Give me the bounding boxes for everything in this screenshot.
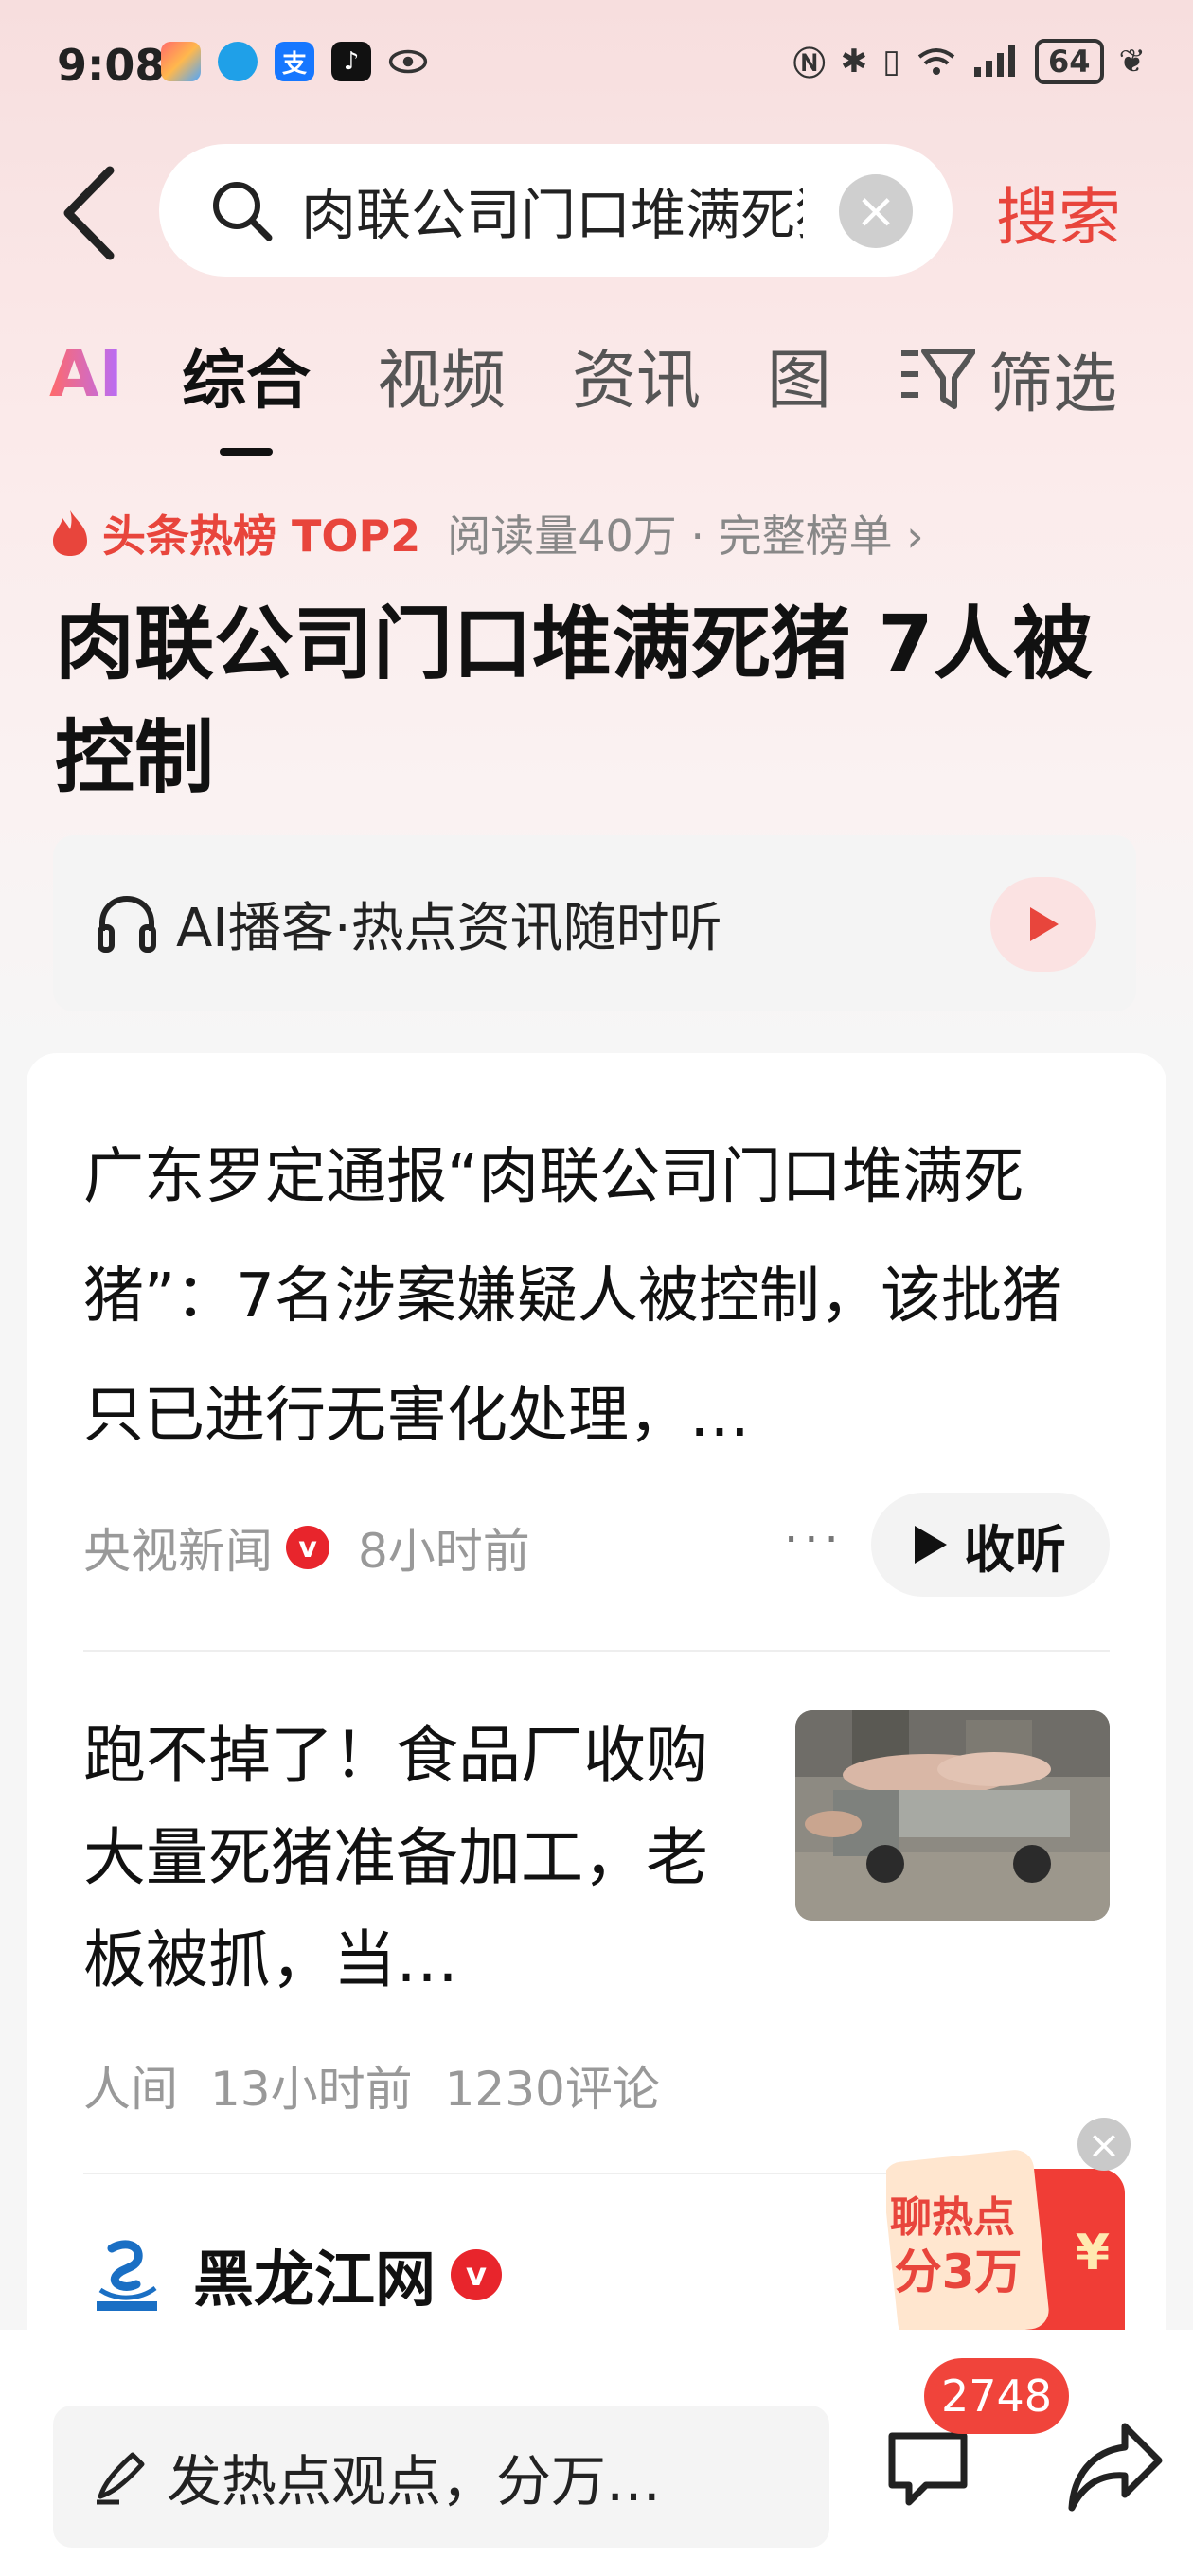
article-title[interactable]: 广东罗定通报“肉联公司门口堆满死猪”：7名涉案嫌疑人被控制，该批猪只已进行无害化… bbox=[83, 1118, 1115, 1476]
close-red-packet-button[interactable]: × bbox=[1077, 2118, 1131, 2171]
divider bbox=[83, 1650, 1110, 1652]
source-account-row[interactable]: 黑龙江网 v bbox=[83, 2231, 502, 2318]
comment-placeholder: 发热点观点，分万… bbox=[167, 2449, 662, 2513]
article-title[interactable]: 跑不掉了！食品厂收购大量死猪准备加工，老板被抓，当… bbox=[83, 1705, 746, 2012]
article-source[interactable]: 人间 bbox=[83, 2051, 178, 2120]
back-button[interactable] bbox=[55, 161, 121, 265]
search-tabs: AI 综合 视频 资讯 图 bbox=[49, 328, 898, 456]
wifi-icon bbox=[917, 47, 955, 75]
verified-icon: v bbox=[286, 1526, 329, 1569]
tab-video[interactable]: 视频 bbox=[377, 328, 506, 421]
status-time: 9:08 bbox=[57, 40, 166, 91]
search-button[interactable]: 搜索 bbox=[996, 167, 1121, 258]
article-thumbnail[interactable] bbox=[795, 1710, 1110, 1921]
hot-headline[interactable]: 肉联公司门口堆满死猪 7人被控制 bbox=[55, 587, 1153, 814]
nfc-icon: Ⓝ bbox=[792, 45, 826, 83]
red-packet-line1: 聊热点 bbox=[890, 2193, 1015, 2242]
search-icon bbox=[213, 182, 273, 242]
source-account-name: 黑龙江网 bbox=[193, 2245, 436, 2316]
filter-icon bbox=[901, 348, 975, 409]
red-packet-currency: ¥ bbox=[1076, 2225, 1110, 2281]
signal-icon bbox=[973, 45, 1015, 77]
article-source[interactable]: 央视新闻 bbox=[83, 1513, 273, 1582]
article-meta: 人间 13小时前 1230评论 bbox=[83, 2051, 660, 2120]
more-options-button[interactable]: ··· bbox=[784, 1513, 845, 1566]
status-app-icons: 支 ♪ bbox=[161, 42, 428, 81]
battery-indicator: 64 bbox=[1034, 38, 1104, 84]
status-right: Ⓝ ✱ ▯ 64 ❦ bbox=[793, 38, 1146, 84]
search-query[interactable]: 肉联公司门口堆满死猪 7人被控制 bbox=[301, 170, 803, 250]
filter-label: 筛选 bbox=[988, 348, 1118, 422]
vibrate-icon: ▯ bbox=[882, 42, 900, 80]
ai-podcast-bar[interactable]: AI播客·热点资讯随时听 bbox=[53, 835, 1136, 1011]
article-time: 8小时前 bbox=[358, 1524, 530, 1579]
verified-icon: v bbox=[451, 2249, 502, 2300]
tiktok-icon: ♪ bbox=[331, 42, 371, 81]
article-time: 13小时前 bbox=[210, 2062, 413, 2117]
play-icon bbox=[915, 1526, 947, 1564]
heilongjiang-logo bbox=[83, 2231, 170, 2318]
tab-comprehensive[interactable]: 综合 bbox=[182, 328, 311, 456]
headphones-icon bbox=[98, 895, 156, 953]
flame-icon bbox=[53, 510, 87, 556]
hot-board-row[interactable]: 头条热榜 TOP2 阅读量40万 · 完整榜单 › bbox=[49, 502, 924, 564]
tab-news[interactable]: 资讯 bbox=[572, 328, 701, 421]
tab-ai[interactable]: AI bbox=[49, 337, 123, 412]
pen-icon bbox=[97, 2452, 145, 2505]
comment-count-badge: 2748 bbox=[924, 2358, 1070, 2434]
eye-icon bbox=[388, 42, 428, 81]
clear-search-button[interactable]: × bbox=[839, 174, 913, 248]
leaf-icon: ❦ bbox=[1118, 42, 1147, 80]
podcast-play-button[interactable] bbox=[990, 877, 1096, 972]
listen-button[interactable]: 收听 bbox=[871, 1493, 1110, 1597]
red-packet-line2: 分3万 bbox=[895, 2245, 1023, 2299]
filter-button[interactable]: 筛选 bbox=[899, 331, 1117, 425]
alipay-icon: 支 bbox=[275, 42, 314, 81]
hot-board-label: 头条热榜 TOP2 bbox=[102, 510, 421, 562]
bluetooth-icon: ✱ bbox=[840, 42, 868, 80]
share-icon[interactable] bbox=[1066, 2419, 1165, 2513]
listen-label: 收听 bbox=[964, 1519, 1066, 1580]
browser-icon bbox=[218, 42, 258, 81]
tab-images[interactable]: 图 bbox=[767, 328, 831, 421]
comment-icon[interactable] bbox=[881, 2424, 975, 2510]
app-notification-icon bbox=[161, 42, 201, 81]
podcast-label: AI播客·热点资讯随时听 bbox=[176, 897, 722, 959]
article-meta: 央视新闻 v 8小时前 bbox=[83, 1513, 530, 1582]
comment-input[interactable]: 发热点观点，分万… bbox=[53, 2406, 829, 2548]
play-icon bbox=[1030, 907, 1059, 941]
hot-board-meta[interactable]: 阅读量40万 · 完整榜单 › bbox=[447, 502, 923, 564]
comment-count-text[interactable]: 1230评论 bbox=[445, 2051, 660, 2120]
search-input[interactable]: 肉联公司门口堆满死猪 7人被控制 × bbox=[159, 144, 953, 277]
